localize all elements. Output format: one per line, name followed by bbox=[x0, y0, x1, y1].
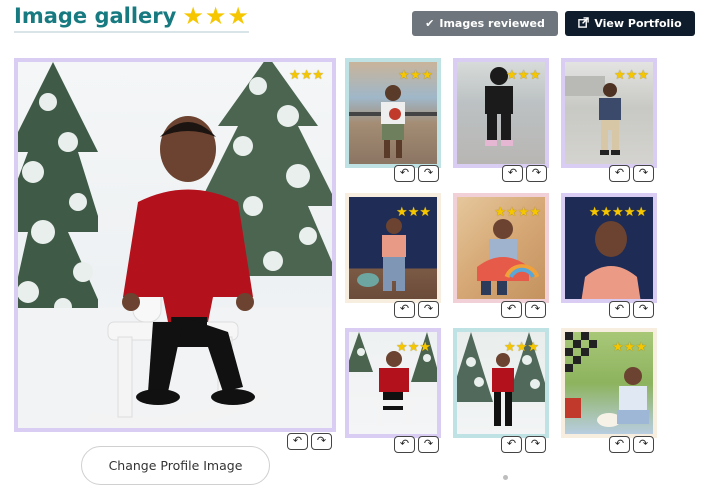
star-icon: ★ bbox=[529, 67, 541, 82]
star-icon: ★ bbox=[506, 204, 518, 219]
rotate-right-icon[interactable]: ↷ bbox=[633, 165, 654, 182]
star-icon: ★ bbox=[421, 67, 433, 82]
rating-stars: ★ ★ ★ bbox=[612, 340, 647, 353]
star-icon: ★ bbox=[637, 67, 649, 82]
main-image[interactable]: ★ ★ ★ bbox=[14, 58, 336, 432]
rating-stars: ★ ★ ★ bbox=[504, 340, 539, 353]
thumbnail-rotate-controls: ↶ ↷ bbox=[501, 436, 546, 453]
rotate-left-icon[interactable]: ↶ bbox=[394, 436, 415, 453]
rating-stars: ★ ★ ★ bbox=[398, 68, 433, 81]
star-icon: ★ bbox=[419, 339, 431, 354]
star-icon: ★ bbox=[612, 339, 624, 354]
thumbnail-rotate-controls: ↶ ↷ bbox=[394, 165, 439, 182]
rating-stars: ★ ★ ★ ★ bbox=[494, 205, 541, 218]
star-icon: ★ bbox=[300, 67, 313, 82]
thumbnail-rotate-controls: ↶ ↷ bbox=[609, 436, 654, 453]
title-stars: ★ ★ ★ bbox=[182, 4, 249, 28]
page-title: Image gallery ★ ★ ★ bbox=[14, 4, 249, 33]
star-icon: ★ bbox=[494, 204, 507, 219]
child-figure bbox=[122, 116, 255, 405]
thumbnail-rotate-controls: ↶ ↷ bbox=[394, 436, 439, 453]
star-icon: ★ bbox=[517, 67, 530, 82]
change-profile-image-button[interactable]: Change Profile Image bbox=[81, 446, 270, 485]
star-icon: ★ bbox=[396, 204, 408, 219]
rotate-right-icon[interactable]: ↷ bbox=[418, 436, 439, 453]
star-icon: ★ bbox=[515, 339, 528, 354]
rotate-left-icon[interactable]: ↶ bbox=[609, 301, 630, 318]
thumbnail-image[interactable]: ★ ★ ★ bbox=[453, 58, 549, 168]
thumbnail-rotate-controls: ↶ ↷ bbox=[609, 301, 654, 318]
star-icon: ★ bbox=[612, 204, 624, 219]
thumbnail-image[interactable]: ★ ★ ★ ★ bbox=[453, 193, 549, 303]
rotate-right-icon[interactable]: ↷ bbox=[525, 436, 546, 453]
star-icon: ★ bbox=[396, 339, 408, 354]
star-icon: ★ bbox=[409, 67, 422, 82]
main-rotate-controls: ↶ ↷ bbox=[287, 433, 332, 450]
rating-stars: ★ ★ ★ bbox=[396, 205, 431, 218]
thumbnail-image[interactable]: ★ ★ ★ bbox=[345, 328, 441, 438]
rating-stars: ★ ★ ★ bbox=[289, 68, 324, 81]
star-icon: ★ bbox=[600, 204, 613, 219]
rotate-left-icon[interactable]: ↶ bbox=[394, 165, 415, 182]
rating-stars: ★ ★ ★ bbox=[506, 68, 541, 81]
view-portfolio-button[interactable]: View Portfolio bbox=[565, 11, 695, 36]
star-icon: ★ bbox=[506, 67, 518, 82]
star-icon: ★ bbox=[289, 67, 301, 82]
rotate-left-icon[interactable]: ↶ bbox=[394, 301, 415, 318]
rotate-right-icon[interactable]: ↷ bbox=[418, 165, 439, 182]
star-icon: ★ bbox=[504, 339, 516, 354]
rotate-left-icon[interactable]: ↶ bbox=[609, 436, 630, 453]
star-icon: ★ bbox=[517, 204, 530, 219]
star-icon: ★ bbox=[419, 204, 431, 219]
star-icon: ★ bbox=[588, 204, 601, 219]
rotate-left-icon[interactable]: ↶ bbox=[501, 301, 522, 318]
star-icon: ★ bbox=[623, 204, 636, 219]
thumbnail-image[interactable]: ★ ★ ★ bbox=[561, 328, 657, 438]
star-icon: ★ bbox=[398, 67, 410, 82]
star-icon: ★ bbox=[529, 204, 541, 219]
star-icon: ★ bbox=[407, 339, 420, 354]
external-link-icon bbox=[578, 16, 590, 31]
rotate-right-icon[interactable]: ↷ bbox=[311, 433, 332, 450]
pagination-dot[interactable] bbox=[503, 475, 508, 480]
star-icon: ★ bbox=[635, 339, 647, 354]
rating-stars: ★ ★ ★ bbox=[614, 68, 649, 81]
star-icon: ★ bbox=[614, 67, 626, 82]
thumbnail-rotate-controls: ↶ ↷ bbox=[609, 165, 654, 182]
rotate-left-icon[interactable]: ↶ bbox=[609, 165, 630, 182]
thumbnail-image[interactable]: ★ ★ ★ ★ ★ bbox=[561, 193, 657, 303]
page-title-text: Image gallery bbox=[14, 4, 177, 28]
main-photo bbox=[18, 62, 332, 428]
rotate-right-icon[interactable]: ↷ bbox=[633, 436, 654, 453]
rotate-left-icon[interactable]: ↶ bbox=[287, 433, 308, 450]
thumbnail-rotate-controls: ↶ ↷ bbox=[394, 301, 439, 318]
star-icon: ★ bbox=[625, 67, 638, 82]
images-reviewed-label: Images reviewed bbox=[439, 17, 545, 30]
rotate-left-icon[interactable]: ↶ bbox=[502, 165, 523, 182]
star-icon: ★ bbox=[312, 67, 324, 82]
star-icon: ★ bbox=[182, 2, 204, 30]
star-icon: ★ bbox=[635, 204, 647, 219]
rotate-right-icon[interactable]: ↷ bbox=[526, 165, 547, 182]
rotate-right-icon[interactable]: ↷ bbox=[633, 301, 654, 318]
thumbnail-rotate-controls: ↶ ↷ bbox=[502, 165, 547, 182]
thumbnail-image[interactable]: ★ ★ ★ bbox=[561, 58, 657, 168]
star-icon: ★ bbox=[227, 2, 249, 30]
star-icon: ★ bbox=[407, 204, 420, 219]
rating-stars: ★ ★ ★ bbox=[396, 340, 431, 353]
thumbnail-rotate-controls: ↶ ↷ bbox=[501, 301, 546, 318]
star-icon: ★ bbox=[204, 2, 227, 30]
rotate-left-icon[interactable]: ↶ bbox=[501, 436, 522, 453]
images-reviewed-button[interactable]: ✔ Images reviewed bbox=[412, 11, 558, 36]
thumbnail-image[interactable]: ★ ★ ★ bbox=[453, 328, 549, 438]
rating-stars: ★ ★ ★ ★ ★ bbox=[589, 205, 647, 218]
check-icon: ✔ bbox=[425, 17, 435, 30]
thumbnail-image[interactable]: ★ ★ ★ bbox=[345, 193, 441, 303]
rotate-right-icon[interactable]: ↷ bbox=[525, 301, 546, 318]
star-icon: ★ bbox=[527, 339, 539, 354]
star-icon: ★ bbox=[623, 339, 636, 354]
thumbnail-image[interactable]: ★ ★ ★ bbox=[345, 58, 441, 168]
view-portfolio-label: View Portfolio bbox=[594, 17, 682, 30]
rotate-right-icon[interactable]: ↷ bbox=[418, 301, 439, 318]
